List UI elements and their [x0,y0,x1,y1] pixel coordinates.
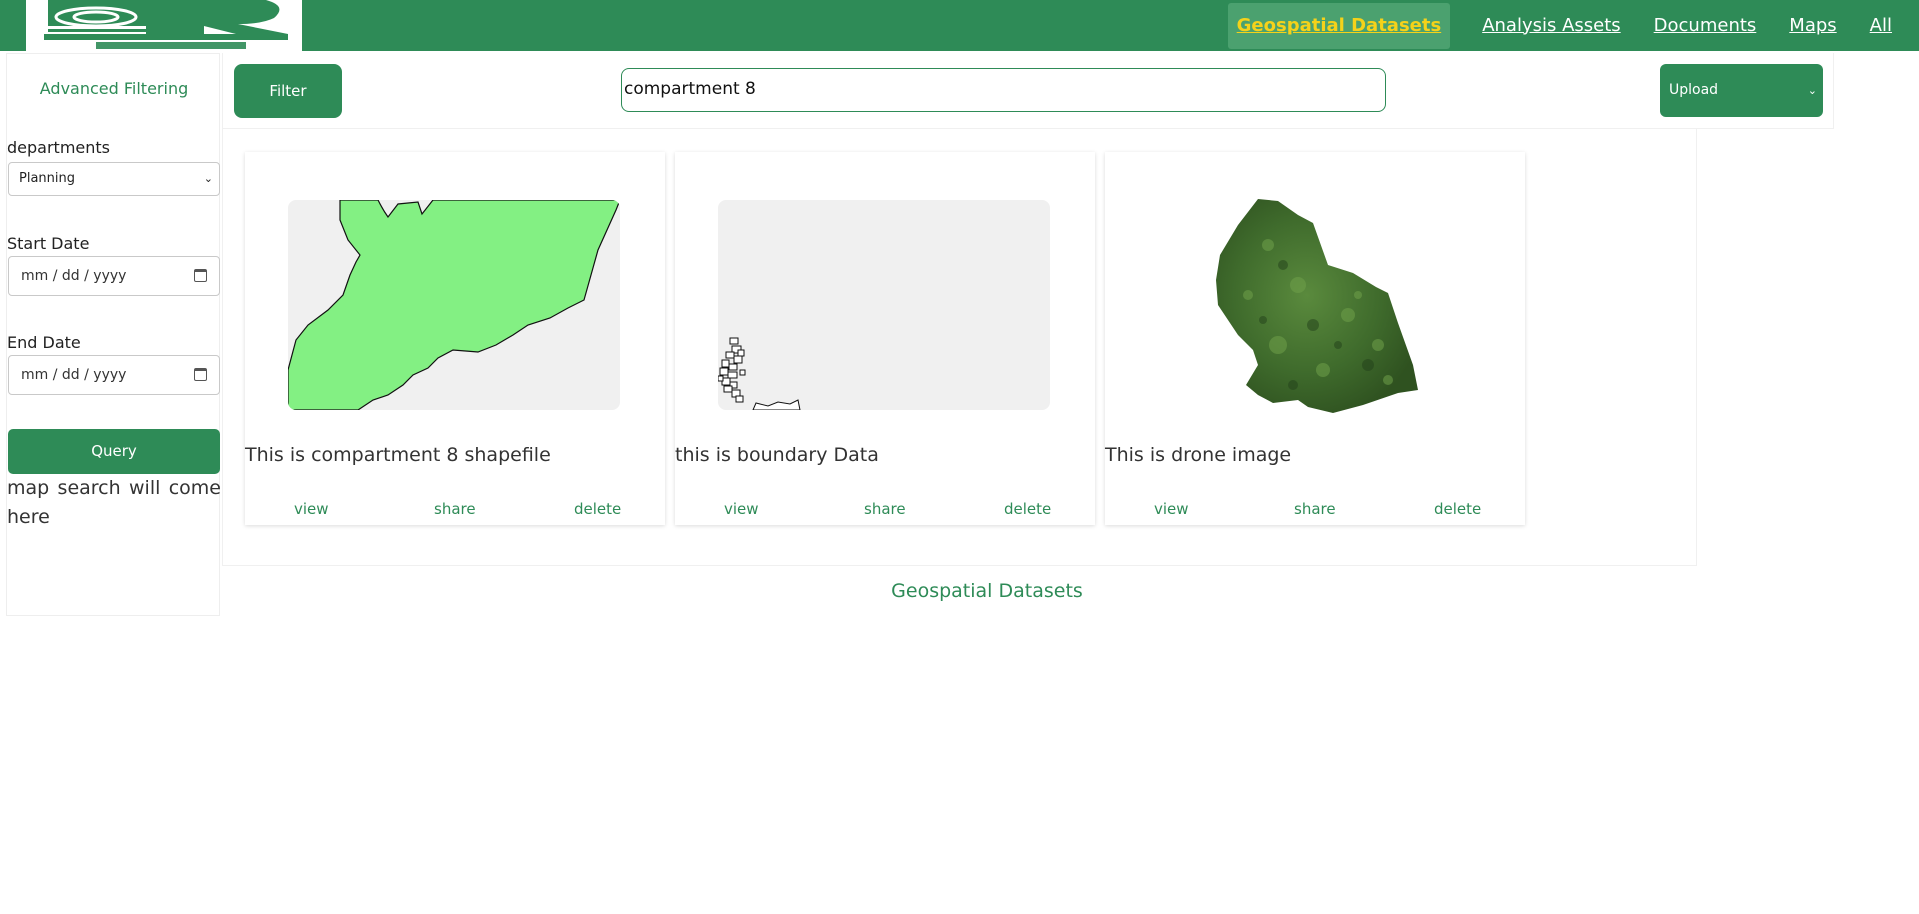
main-nav: Geospatial Datasets Analysis Assets Docu… [1227,0,1919,51]
boundary-data-map-icon [718,337,801,410]
query-button[interactable]: Query [8,429,220,474]
upload-select[interactable]: Upload ⌄ [1660,64,1823,117]
search-input[interactable]: compartment 8 [621,68,1386,112]
dataset-card: This is compartment 8 shapefile view sha… [245,152,665,525]
logo[interactable] [26,0,302,51]
share-link[interactable]: share [434,500,476,518]
end-date-input[interactable]: mm / dd / yyyy [8,355,220,395]
view-link[interactable]: view [294,500,329,518]
chevron-down-icon: ⌄ [1807,84,1817,97]
chevron-down-icon: ⌄ [203,172,213,185]
dataset-card-grid: This is compartment 8 shapefile view sha… [222,129,1697,566]
card-actions: view share delete [1105,500,1525,520]
card-actions: view share delete [245,500,665,520]
section-footer-title: Geospatial Datasets [891,580,1083,602]
dataset-description: This is compartment 8 shapefile [245,444,551,466]
end-date-placeholder: mm / dd / yyyy [21,367,127,383]
delete-link[interactable]: delete [574,500,621,518]
map-search-placeholder-text: map search will come here [7,477,221,528]
upload-label: Upload [1669,82,1719,98]
view-link[interactable]: view [1154,500,1189,518]
end-date-label: End Date [7,333,81,352]
rainforest-builder-logo-icon [44,0,288,49]
nav-all[interactable]: All [1870,3,1892,49]
filter-button[interactable]: Filter [234,64,342,118]
dataset-thumbnail[interactable] [1148,199,1480,413]
delete-link[interactable]: delete [1004,500,1051,518]
dataset-card: This is drone image view share delete [1105,152,1525,525]
advanced-filter-sidebar: Advanced Filtering departments Planning … [6,53,221,616]
departments-label: departments [7,138,110,157]
calendar-icon[interactable] [194,269,207,282]
departments-selected-value: Planning [19,171,75,186]
nav-documents[interactable]: Documents [1654,3,1757,49]
delete-link[interactable]: delete [1434,500,1481,518]
dataset-card: this is boundary Data view share delete [675,152,1095,525]
dataset-description: this is boundary Data [675,444,879,466]
nav-maps[interactable]: Maps [1789,3,1836,49]
share-link[interactable]: share [1294,500,1336,518]
top-navbar: Geospatial Datasets Analysis Assets Docu… [0,0,1919,51]
start-date-input[interactable]: mm / dd / yyyy [8,256,220,296]
start-date-label: Start Date [7,234,90,253]
calendar-icon[interactable] [194,368,207,381]
dataset-thumbnail[interactable] [288,200,620,410]
search-toolbar: Filter compartment 8 Upload ⌄ [222,53,1834,129]
share-link[interactable]: share [864,500,906,518]
start-date-placeholder: mm / dd / yyyy [21,268,127,284]
card-actions: view share delete [675,500,1095,520]
advanced-filtering-title[interactable]: Advanced Filtering [7,79,221,98]
drone-image-icon [1216,199,1418,413]
dataset-thumbnail[interactable] [718,200,1050,410]
compartment-shapefile-map-icon [288,200,620,410]
nav-analysis-assets[interactable]: Analysis Assets [1482,3,1620,49]
dataset-description: This is drone image [1105,444,1292,466]
view-link[interactable]: view [724,500,759,518]
nav-geospatial-datasets[interactable]: Geospatial Datasets [1227,2,1451,49]
departments-select[interactable]: Planning ⌄ [8,162,220,196]
